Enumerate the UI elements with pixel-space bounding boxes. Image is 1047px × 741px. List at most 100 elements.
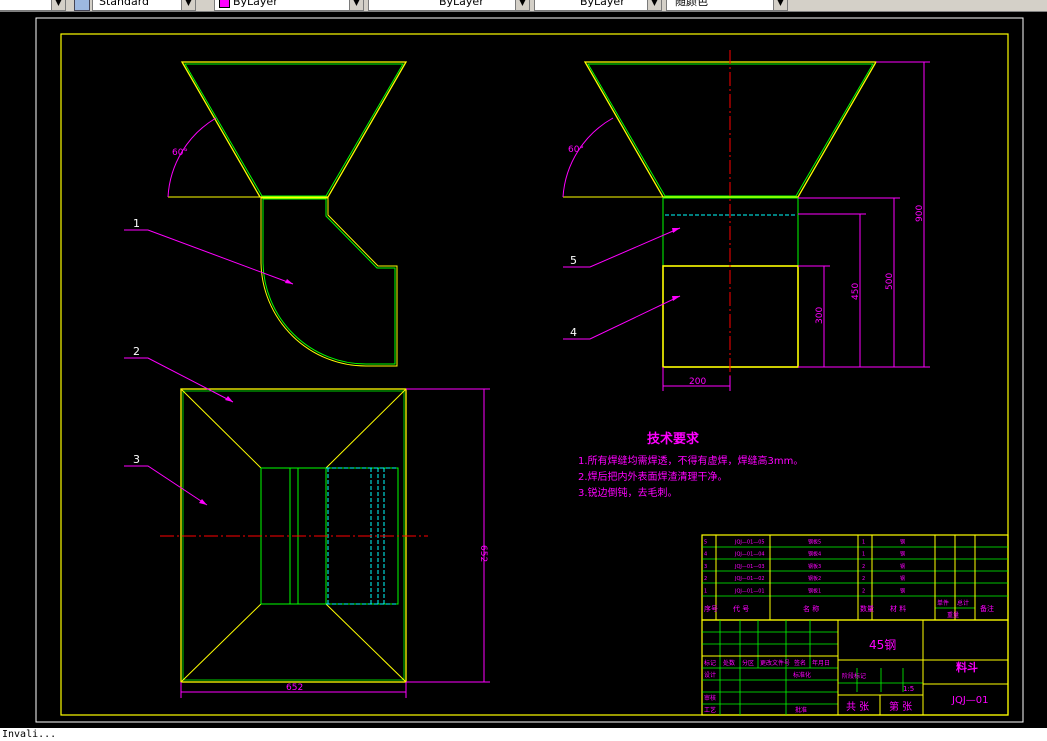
color-select[interactable]: ByLayer ▼ [214, 0, 364, 11]
hdr-total: 总计 [957, 599, 969, 607]
balloon-1: 1 [133, 217, 140, 230]
dim-450: 450 [851, 283, 861, 300]
part-code: JQJ—01—03 [734, 564, 765, 570]
lineweight-select[interactable]: ByLayer ▼ [534, 0, 662, 11]
textstyle-combo[interactable]: ▼ [0, 0, 66, 11]
chevron-down-icon[interactable]: ▼ [181, 0, 195, 10]
part-no: 1 [704, 588, 707, 594]
part-qty: 2 [862, 588, 865, 594]
part-no: 4 [704, 552, 707, 558]
hdr-material: 材 料 [890, 604, 906, 613]
dim-300: 300 [815, 307, 825, 324]
part-code: JQJ—01—02 [734, 576, 765, 582]
textstyle-icon[interactable] [74, 0, 90, 11]
tech-req-line-2: 2.焊后把内外表面焊渣清理干净。 [578, 470, 728, 483]
color-value: ByLayer [233, 0, 278, 8]
hdr-name: 名 称 [803, 604, 819, 613]
tech-req-line-3: 3.锐边倒钝，去毛刺。 [578, 486, 678, 499]
part-no: 3 [704, 564, 707, 570]
part-code: JQJ—01—01 [734, 588, 765, 594]
side-angle-label: 60° [568, 145, 584, 155]
part-qty: 1 [862, 552, 865, 558]
lbl-change-doc: 更改文件号 [760, 659, 790, 667]
textstyle-select[interactable]: Standard ▼ [92, 0, 196, 11]
dim-900: 900 [915, 205, 925, 222]
front-elbow-inner [262, 198, 396, 365]
tech-requirements: 技术要求 1.所有焊缝均需焊透，不得有虚焊，焊缝高3mm。 2.焊后把内外表面焊… [578, 431, 803, 499]
part-name: 料斗 [956, 660, 978, 674]
part-no: 5 [704, 540, 707, 546]
plotstyle-select[interactable]: 随颜色 ▼ [666, 0, 788, 11]
textstyle-value: Standard [99, 0, 150, 8]
part-material: 钢 [900, 563, 905, 570]
balloon-4: 4 [570, 326, 577, 339]
command-line[interactable]: Invali... [0, 728, 1047, 741]
hdr-weight: 重量 [947, 611, 959, 619]
hdr-no: 序号 [704, 604, 718, 613]
hdr-qty: 数量 [860, 604, 874, 613]
drawing-no: JQJ—01 [951, 695, 989, 706]
dim-200: 200 [689, 377, 706, 387]
chevron-down-icon[interactable]: ▼ [515, 0, 529, 10]
scale-value: 1:5 [903, 685, 914, 693]
part-material: 钢 [900, 575, 905, 582]
front-angle-label: 60° [172, 148, 188, 158]
tech-req-line-1: 1.所有焊缝均需焊透，不得有虚焊，焊缝高3mm。 [578, 454, 803, 467]
lbl-zone: 分区 [742, 659, 754, 667]
part-name-cell: 钢板2 [808, 575, 821, 582]
material-value: 45钢 [869, 638, 896, 652]
chevron-down-icon[interactable]: ▼ [773, 0, 787, 10]
lbl-count: 处数 [723, 659, 735, 667]
balloon-5: 5 [570, 254, 577, 267]
lbl-standard: 标准化 [793, 671, 811, 679]
linetype-select[interactable]: ByLayer ▼ [368, 0, 530, 11]
dim-500: 500 [885, 273, 895, 290]
drawing-canvas[interactable]: 60° 60° 900 500 450 300 200 652 652 1 2 … [0, 12, 1047, 728]
top-view: 652 652 [160, 388, 490, 698]
hdr-unit: 单件 [937, 599, 949, 607]
balloon-2: 2 [133, 345, 140, 358]
lbl-mark: 标记 [704, 659, 716, 667]
part-code: JQJ—01—04 [734, 552, 765, 558]
front-hopper-inner [184, 63, 404, 197]
part-qty: 1 [862, 540, 865, 546]
hdr-remark: 备注 [980, 604, 994, 613]
part-name-cell: 钢板3 [808, 563, 821, 570]
part-material: 钢 [900, 587, 905, 594]
dim-652-height: 652 [478, 545, 488, 562]
outer-frame [35, 17, 1024, 723]
parts-list: 5 JQJ—01—05 钢板5 1 钢 4 JQJ—01—04 钢板4 1 钢 3 JQJ—01—03… [701, 534, 1009, 621]
color-swatch [219, 0, 230, 8]
front-view: 60° [167, 61, 408, 367]
lbl-sign: 签名 [794, 659, 806, 667]
lbl-design: 设计 [704, 671, 716, 679]
part-name-cell: 钢板5 [808, 539, 821, 546]
side-dimensions [662, 61, 930, 391]
lineweight-value: ByLayer [580, 0, 625, 8]
hdr-code: 代 号 [733, 604, 749, 613]
title-block: 标记 处数 分区 更改文件号 签名 年月日 设计 标准化 审核 工艺 批准 阶段… [701, 619, 1009, 716]
balloon-3: 3 [133, 453, 140, 466]
part-material: 钢 [900, 539, 905, 546]
chevron-down-icon[interactable]: ▼ [349, 0, 363, 10]
chevron-down-icon[interactable]: ▼ [647, 0, 661, 10]
part-qty: 2 [862, 564, 865, 570]
part-qty: 2 [862, 576, 865, 582]
side-view: 60° 900 500 450 300 200 [562, 50, 930, 391]
linetype-value: ByLayer [439, 0, 484, 8]
part-name-cell: 钢板4 [808, 551, 821, 558]
lbl-stage-mark: 阶段标记 [842, 672, 866, 680]
front-hopper-outline [180, 61, 408, 198]
tech-req-title: 技术要求 [647, 431, 700, 447]
chevron-down-icon[interactable]: ▼ [51, 0, 65, 10]
part-material: 钢 [900, 551, 905, 558]
sheet-total: 共 张 [846, 701, 869, 713]
lbl-review: 审核 [704, 694, 716, 702]
properties-toolbar: ▼ Standard ▼ ByLayer ▼ ByLayer ▼ ByLayer… [0, 0, 1047, 12]
part-no: 2 [704, 576, 707, 582]
part-name-cell: 钢板1 [808, 587, 821, 594]
sheet-no: 第 张 [889, 700, 912, 713]
front-elbow-outline [260, 197, 398, 367]
side-angle-arc [562, 117, 614, 198]
lbl-process: 工艺 [704, 706, 716, 714]
